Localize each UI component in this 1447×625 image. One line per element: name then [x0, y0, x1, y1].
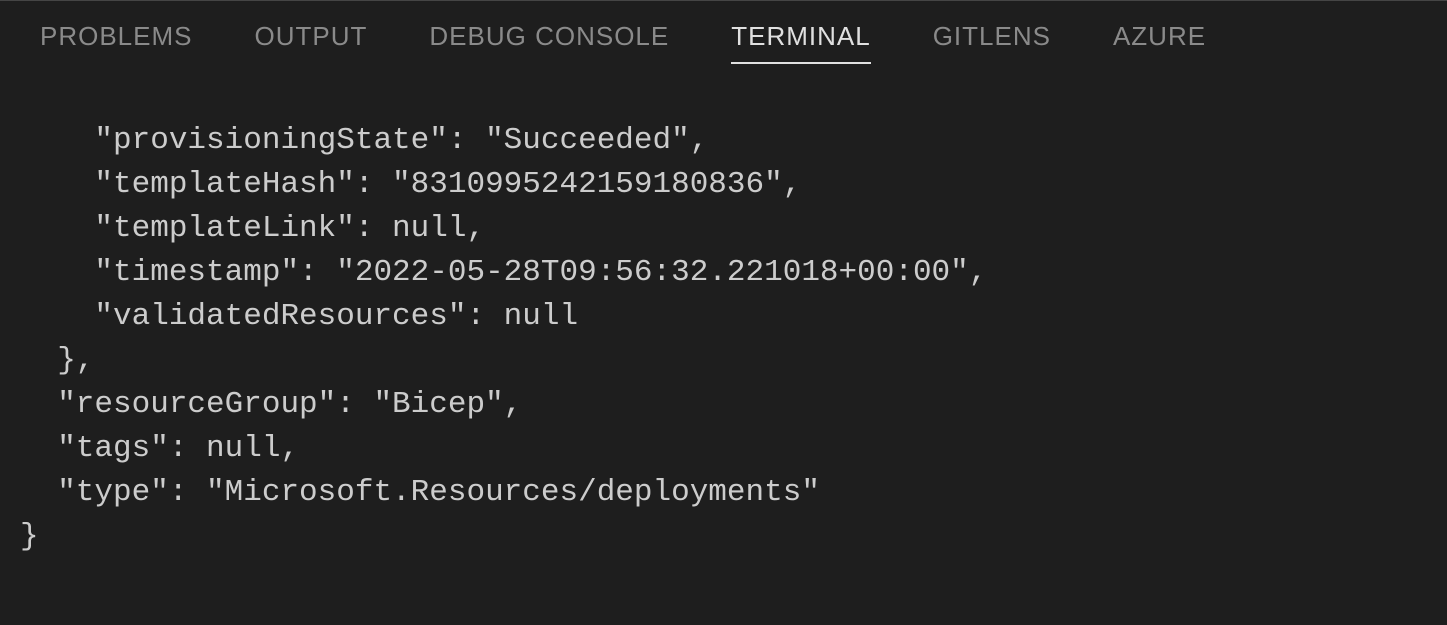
tab-problems[interactable]: PROBLEMS — [40, 21, 193, 64]
tab-azure[interactable]: AZURE — [1113, 21, 1206, 64]
tab-output[interactable]: OUTPUT — [255, 21, 368, 64]
terminal-line: "templateLink": null, — [20, 211, 485, 246]
terminal-line: "timestamp": "2022-05-28T09:56:32.221018… — [20, 255, 987, 290]
tab-debug-console[interactable]: DEBUG CONSOLE — [429, 21, 669, 64]
terminal-line: "resourceGroup": "Bicep", — [20, 387, 522, 422]
terminal-line: "templateHash": "8310995242159180836", — [20, 167, 801, 202]
terminal-line: "type": "Microsoft.Resources/deployments… — [20, 475, 820, 510]
panel-tabs: PROBLEMS OUTPUT DEBUG CONSOLE TERMINAL G… — [0, 1, 1447, 64]
terminal-line: "validatedResources": null — [20, 299, 578, 334]
tab-gitlens[interactable]: GITLENS — [933, 21, 1051, 64]
terminal-output[interactable]: "provisioningState": "Succeeded", "templ… — [0, 64, 1447, 579]
tab-terminal[interactable]: TERMINAL — [731, 21, 870, 64]
terminal-line: "tags": null, — [20, 431, 299, 466]
terminal-line: "provisioningState": "Succeeded", — [20, 123, 708, 158]
terminal-line: }, — [20, 343, 94, 378]
terminal-line: } — [20, 519, 39, 554]
